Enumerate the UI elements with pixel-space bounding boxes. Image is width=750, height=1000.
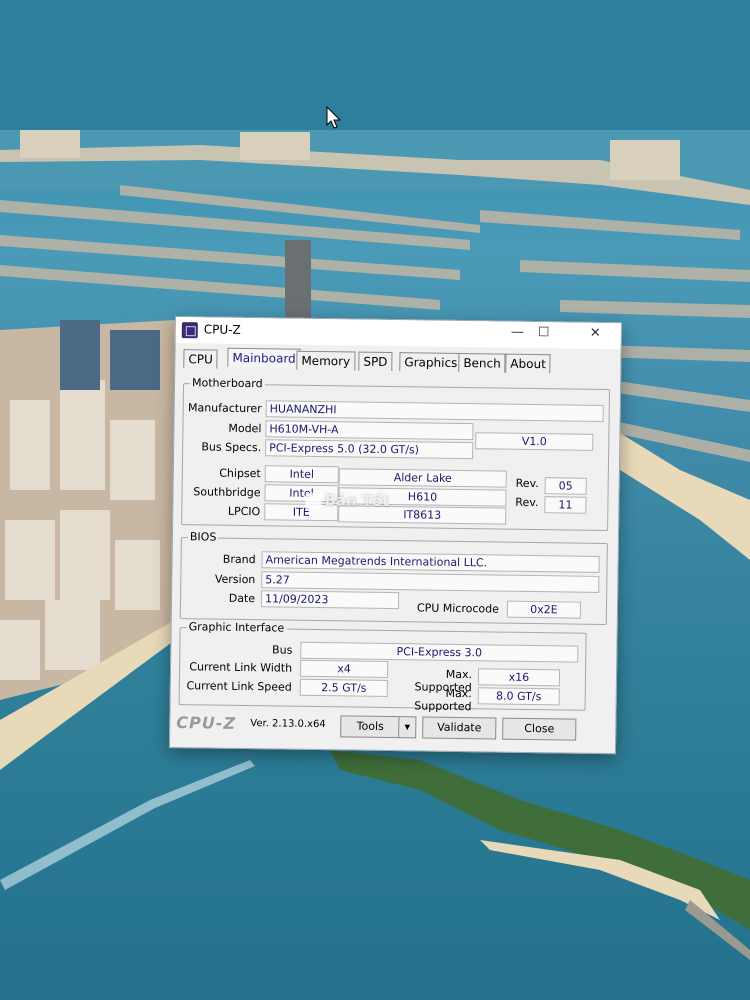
tab-bench[interactable]: Bench (458, 352, 506, 373)
validate-button[interactable]: Validate (422, 716, 497, 740)
bios-brand-value: American Megatrends International LLC. (261, 551, 600, 573)
chipset-vendor-value: Intel (264, 465, 339, 484)
bios-version-label: Version (214, 572, 256, 587)
tab-about[interactable]: About (505, 353, 551, 374)
tools-dropdown-icon[interactable]: ▾ (398, 716, 417, 739)
model-value: H610M-VH-A (265, 420, 474, 441)
bios-date-label: Date (228, 591, 256, 606)
close-window-button[interactable]: ✕ (590, 326, 601, 341)
graphic-interface-group-title: Graphic Interface (186, 620, 287, 635)
bios-brand-label: Brand (222, 552, 256, 567)
chipset-name-value: Alder Lake (338, 468, 507, 488)
max-width-value: x16 (477, 668, 561, 687)
bios-date-value: 11/09/2023 (260, 590, 400, 610)
mouse-pointer-icon (326, 106, 342, 129)
cpu-microcode-value: 0x2E (506, 600, 582, 619)
watermark-text: Bán Tốt (324, 491, 390, 511)
bios-version-value: 5.27 (261, 571, 600, 593)
tab-spd[interactable]: SPD (358, 351, 393, 372)
close-button[interactable]: Close (502, 717, 577, 741)
tools-button[interactable]: Tools (340, 715, 401, 739)
graphic-interface-group: Graphic Interface Bus PCI-Express 3.0 Cu… (178, 620, 587, 714)
southbridge-label: Southbridge (193, 485, 261, 500)
chipset-rev-label: Rev. (515, 476, 539, 491)
motherboard-group-title: Motherboard (189, 376, 265, 391)
bus-specs-value: PCI-Express 5.0 (32.0 GT/s) (265, 439, 474, 460)
bus-specs-label: Bus Specs. (201, 440, 262, 455)
cpu-microcode-label: CPU Microcode (416, 601, 500, 616)
watermark-overlay: Bán Tốt (305, 491, 390, 511)
footer-bar: CPU-Z Ver. 2.13.0.x64 Tools ▾ Validate C… (170, 711, 615, 751)
cpuz-window: CPU-Z — ☐ ✕ CPU Mainboard Memory SPD Gra… (168, 316, 622, 755)
tab-mainboard[interactable]: Mainboard (227, 347, 301, 368)
lpcio-label: LPCIO (227, 504, 261, 519)
watermark-logo-icon (305, 492, 322, 509)
minimize-button[interactable]: — (511, 325, 524, 340)
window-title: CPU-Z (203, 322, 241, 337)
maximize-button[interactable]: ☐ (538, 325, 550, 340)
bios-group-title: BIOS (187, 530, 219, 544)
motherboard-group: Motherboard Manufacturer HUANANZHI Model… (181, 376, 611, 532)
manufacturer-value: HUANANZHI (265, 400, 604, 422)
graphic-bus-label: Bus (272, 643, 293, 657)
chipset-label: Chipset (219, 466, 261, 481)
tab-memory[interactable]: Memory (296, 350, 356, 371)
max-speed-value: 8.0 GT/s (477, 687, 560, 706)
cpuz-app-icon (181, 322, 198, 339)
tab-graphics[interactable]: Graphics (399, 352, 463, 373)
model-revision-value: V1.0 (475, 432, 594, 451)
link-width-value: x4 (299, 659, 389, 679)
model-label: Model (228, 421, 262, 436)
cpuz-logo: CPU-Z (176, 713, 237, 733)
southbridge-rev-value: 11 (544, 496, 587, 514)
link-speed-label: Current Link Speed (186, 679, 292, 694)
southbridge-rev-label: Rev. (515, 495, 539, 510)
tab-cpu[interactable]: CPU (183, 349, 218, 369)
title-bar[interactable]: CPU-Z — ☐ ✕ (175, 317, 621, 350)
link-speed-value: 2.5 GT/s (299, 678, 388, 698)
max-speed-label: Max. Supported (414, 686, 472, 714)
version-text: Ver. 2.13.0.x64 (250, 718, 326, 731)
chipset-rev-value: 05 (544, 477, 587, 495)
bios-group: BIOS Brand American Megatrends Internati… (179, 530, 608, 626)
manufacturer-label: Manufacturer (187, 401, 262, 416)
link-width-label: Current Link Width (189, 660, 293, 675)
